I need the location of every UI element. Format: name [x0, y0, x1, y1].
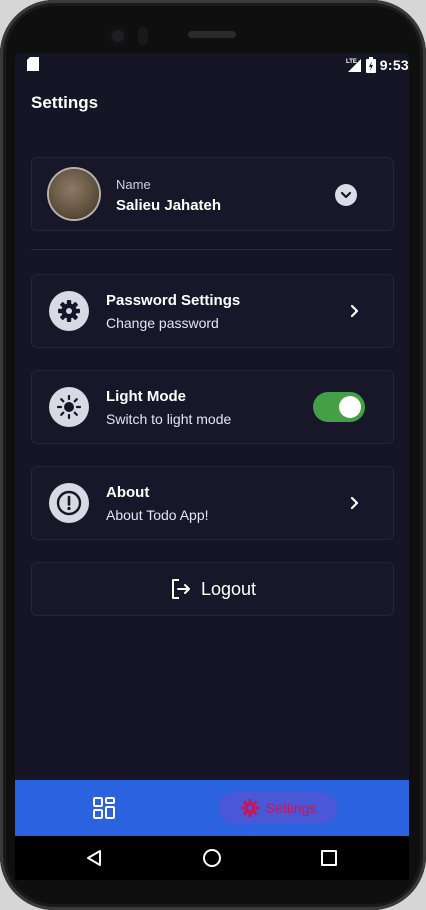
logout-label: Logout — [200, 578, 257, 599]
profile-card[interactable]: Name Salieu Jahateh — [31, 157, 394, 231]
home-icon[interactable] — [203, 849, 221, 867]
logout-button[interactable]: Logout — [31, 562, 394, 616]
tab-settings[interactable]: Settings — [219, 792, 337, 824]
signal-icon: LTE — [346, 59, 361, 72]
profile-name: Salieu Jahateh — [116, 197, 222, 214]
profile-label: Name — [116, 177, 151, 192]
toggle-knob — [339, 396, 361, 418]
light-mode-toggle[interactable] — [313, 392, 365, 422]
sensor — [138, 27, 148, 45]
dashboard-icon[interactable] — [93, 797, 115, 819]
avatar[interactable] — [49, 169, 99, 219]
logout-icon — [171, 579, 190, 599]
option-subtitle: Change password — [106, 315, 219, 331]
option-title: About — [106, 484, 150, 501]
divider — [31, 249, 392, 250]
gear-icon — [240, 799, 259, 817]
light-mode-item: Light Mode Switch to light mode — [31, 370, 394, 444]
option-subtitle: About Todo App! — [106, 507, 209, 523]
about-item[interactable]: About About Todo App! — [31, 466, 394, 540]
option-subtitle: Switch to light mode — [106, 411, 232, 427]
page-title: Settings — [31, 93, 99, 112]
sd-card-icon — [27, 57, 39, 71]
chevron-down-icon — [340, 191, 352, 199]
chevron-right-icon — [350, 496, 359, 510]
option-title: Password Settings — [106, 292, 241, 309]
recents-icon[interactable] — [321, 850, 337, 866]
front-camera — [108, 26, 128, 46]
sun-icon — [49, 387, 89, 427]
info-icon — [49, 483, 89, 523]
back-icon[interactable] — [84, 848, 104, 868]
tab-settings-label: Settings — [265, 800, 317, 816]
chevron-right-icon — [350, 304, 359, 318]
bottom-navigation: Settings — [15, 780, 409, 836]
battery-icon — [365, 57, 376, 73]
option-title: Light Mode — [106, 388, 186, 405]
password-settings-item[interactable]: Password Settings Change password — [31, 274, 394, 348]
gear-icon — [49, 291, 89, 331]
network-type: LTE — [346, 59, 357, 65]
expand-profile-button[interactable] — [335, 184, 357, 206]
clock: 9:53 — [379, 57, 409, 73]
app-screen: LTE 9:53 Settings Name Salieu Jahateh Pa… — [15, 53, 409, 880]
status-bar: LTE 9:53 — [15, 53, 409, 77]
system-navigation-bar — [15, 836, 409, 880]
earpiece-speaker — [188, 31, 236, 38]
phone-frame: LTE 9:53 Settings Name Salieu Jahateh Pa… — [0, 0, 426, 910]
